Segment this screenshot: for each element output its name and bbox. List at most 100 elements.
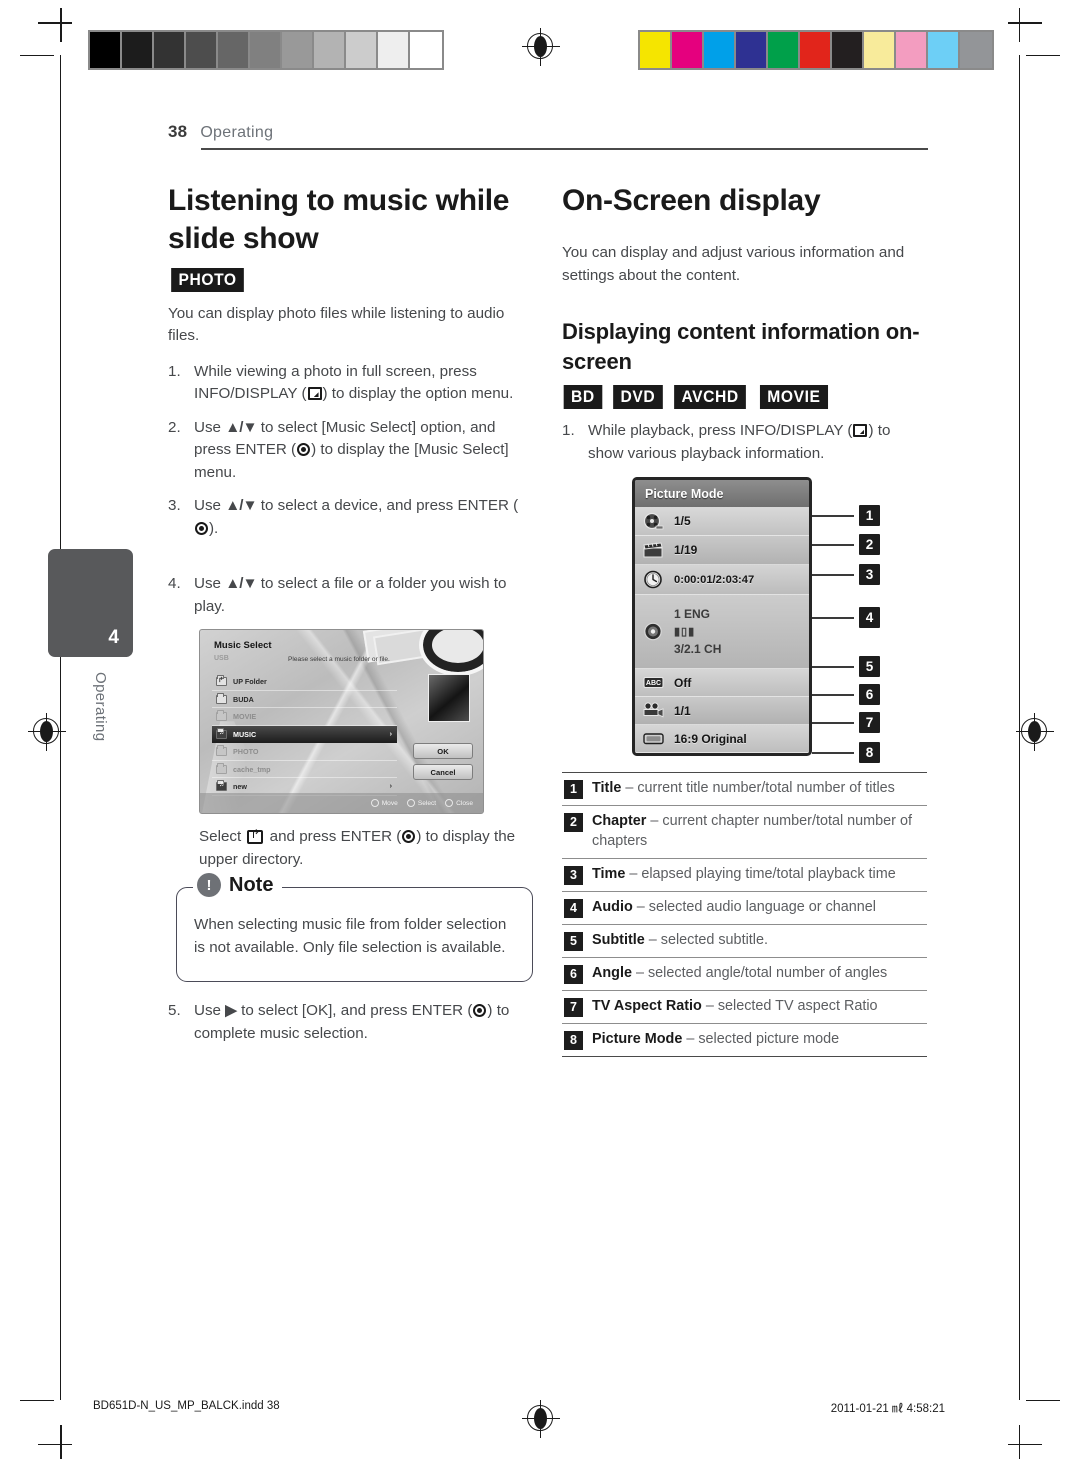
display-icon — [853, 424, 868, 438]
trim-line-left — [60, 55, 61, 1400]
note-header: ! Note — [193, 873, 283, 898]
calibration-swatch-4 — [768, 32, 800, 68]
legend-term: Time — [592, 866, 626, 883]
calibration-swatch-9 — [928, 32, 960, 68]
calibration-swatch-0 — [90, 32, 122, 68]
cancel-button[interactable]: Cancel — [413, 764, 473, 781]
crop-mark-tr-v — [1018, 8, 1020, 42]
legend-text: Angle – selected angle/total number of a… — [592, 965, 888, 982]
osd-time-value: 0:00:01/2:03:47 — [674, 573, 755, 586]
step-text: Use ▲/▼ to select a device, and press EN… — [194, 497, 519, 537]
music-folder-icon — [216, 780, 227, 792]
osd-legend-list: 1 Title – current title number/total numb… — [562, 772, 927, 1058]
registration-mark-bottom — [522, 1400, 560, 1438]
legend-badge: 7 — [564, 998, 583, 1018]
step-number: 1. — [168, 362, 181, 380]
legend-item: 4 Audio – selected audio language or chan… — [562, 892, 927, 926]
legend-text: Chapter – current chapter number/total n… — [592, 813, 912, 850]
osd-row-angle[interactable]: 1/1 — [635, 697, 809, 726]
music-select-device: USB — [214, 655, 229, 663]
media-tag-dvd: DVD — [612, 385, 663, 410]
chevron-right-icon: › — [389, 783, 392, 791]
osd-row-aspect-ratio[interactable]: 16:9 Original — [635, 725, 809, 754]
music-select-hint: Please select a music folder or file. — [288, 656, 390, 664]
left-steps-list-2: 4. Use ▲/▼ to select a file or a folder … — [168, 573, 533, 618]
tv-icon — [642, 729, 666, 748]
legend-term: Subtitle — [592, 932, 645, 949]
enter-icon — [297, 443, 311, 457]
enter-icon — [195, 521, 208, 535]
music-file-row[interactable]: PHOTO — [212, 743, 397, 761]
music-file-row[interactable]: MUSIC › — [212, 725, 397, 744]
osd-header: Picture Mode — [635, 480, 809, 508]
music-select-file-list[interactable]: UP Folder BUDA MOVIE MUSIC › PHOTO cache_tmpne… — [212, 673, 397, 796]
film-reel-icon — [642, 512, 666, 531]
music-file-row[interactable]: UP Folder — [212, 673, 397, 691]
osd-callout-7: 7 — [812, 712, 880, 734]
page-header: 38 Operating — [168, 122, 928, 150]
crop-mark-bl-h — [38, 1443, 72, 1445]
enter-icon — [473, 1004, 487, 1018]
legend-badge: 6 — [564, 965, 583, 985]
calibration-swatch-5 — [250, 32, 282, 68]
chapter-tab-number: 4 — [108, 627, 119, 648]
osd-callout-3: 3 — [812, 564, 880, 586]
callout-leader-line — [812, 694, 854, 696]
registration-mark-left — [28, 713, 66, 751]
key-guide-label: Move — [381, 799, 398, 807]
page-number: 38 — [168, 122, 188, 141]
legend-badge: 3 — [564, 866, 583, 886]
right-media-tags: BD DVD AVCHD MOVIE — [562, 385, 927, 410]
osd-callout-2: 2 — [812, 534, 880, 556]
media-tag-photo: PHOTO — [171, 267, 244, 292]
osd-callout-8: 8 — [812, 742, 880, 764]
step-item-1: 1. While viewing a photo in full screen,… — [168, 361, 533, 406]
music-file-label: cache_tmp — [233, 764, 271, 774]
up-folder-icon — [247, 828, 264, 845]
camera-icon — [642, 701, 666, 720]
music-file-row[interactable]: BUDA — [212, 691, 397, 709]
music-file-row[interactable]: cache_tmp — [212, 761, 397, 779]
music-file-label: PHOTO — [233, 747, 259, 757]
calibration-swatch-10 — [960, 32, 992, 68]
osd-row-time[interactable]: 0:00:01/2:03:47 — [635, 565, 809, 596]
step-item-3: 3. Use ▲/▼ to select a device, and press… — [168, 495, 533, 540]
osd-row-subtitle[interactable]: ABC Off — [635, 669, 809, 698]
legend-badge: 5 — [564, 932, 583, 952]
step-text: While playback, press INFO/DISPLAY () to… — [588, 422, 891, 462]
right-arrow: ▶ — [225, 1002, 237, 1020]
album-thumbnail — [428, 674, 470, 723]
callout-badge: 3 — [859, 564, 880, 586]
osd-title-value: 1/5 — [674, 514, 691, 529]
crop-mark-tr-h — [1008, 22, 1042, 24]
callout-badge: 1 — [859, 505, 880, 527]
osd-row-picture-mode[interactable]: ◀ Standard ▶ — [635, 753, 809, 756]
callout-badge: 8 — [859, 742, 880, 764]
music-file-row[interactable]: MOVIE — [212, 708, 397, 726]
upper-directory-text: Select and press ENTER () to display the… — [199, 826, 533, 871]
music-file-label: UP Folder — [233, 677, 267, 687]
note-title: Note — [229, 873, 274, 896]
osd-row-audio[interactable]: 1 ENG ▮▯▮ 3/2.1 CH — [635, 595, 809, 670]
disc-icon — [642, 622, 666, 641]
left-media-tags: PHOTO — [168, 267, 533, 292]
step-item-1: 1. While playback, press INFO/DISPLAY ()… — [562, 420, 927, 465]
step-item-4: 4. Use ▲/▼ to select a file or a folder … — [168, 573, 533, 618]
osd-row-chapter[interactable]: 1/19 — [635, 536, 809, 566]
osd-row-title[interactable]: 1/5 — [635, 507, 809, 537]
legend-badge: 4 — [564, 899, 583, 919]
step-number: 4. — [168, 575, 181, 593]
music-select-key-guide: Move Select Close — [200, 793, 483, 814]
clock-icon — [642, 570, 666, 589]
legend-term: Picture Mode — [592, 1031, 683, 1048]
crop-mark-bl-v — [60, 1425, 62, 1459]
step-text: Use ▶ to select [OK], and press ENTER ()… — [194, 1002, 510, 1042]
osd-screenshot-block: Picture Mode 1/5 1/19 0:00:01/2:03:47 1 … — [632, 477, 932, 764]
callout-badge: 7 — [859, 712, 880, 734]
key-guide-item: Select — [406, 799, 436, 808]
ok-button[interactable]: OK — [413, 743, 473, 760]
crop-mark-br-h — [1008, 1443, 1042, 1445]
legend-item: 2 Chapter – current chapter number/total … — [562, 806, 927, 860]
footer-filename: BD651D-N_US_MP_BALCK.indd 38 — [93, 1400, 280, 1412]
callout-badge: 6 — [859, 684, 880, 706]
